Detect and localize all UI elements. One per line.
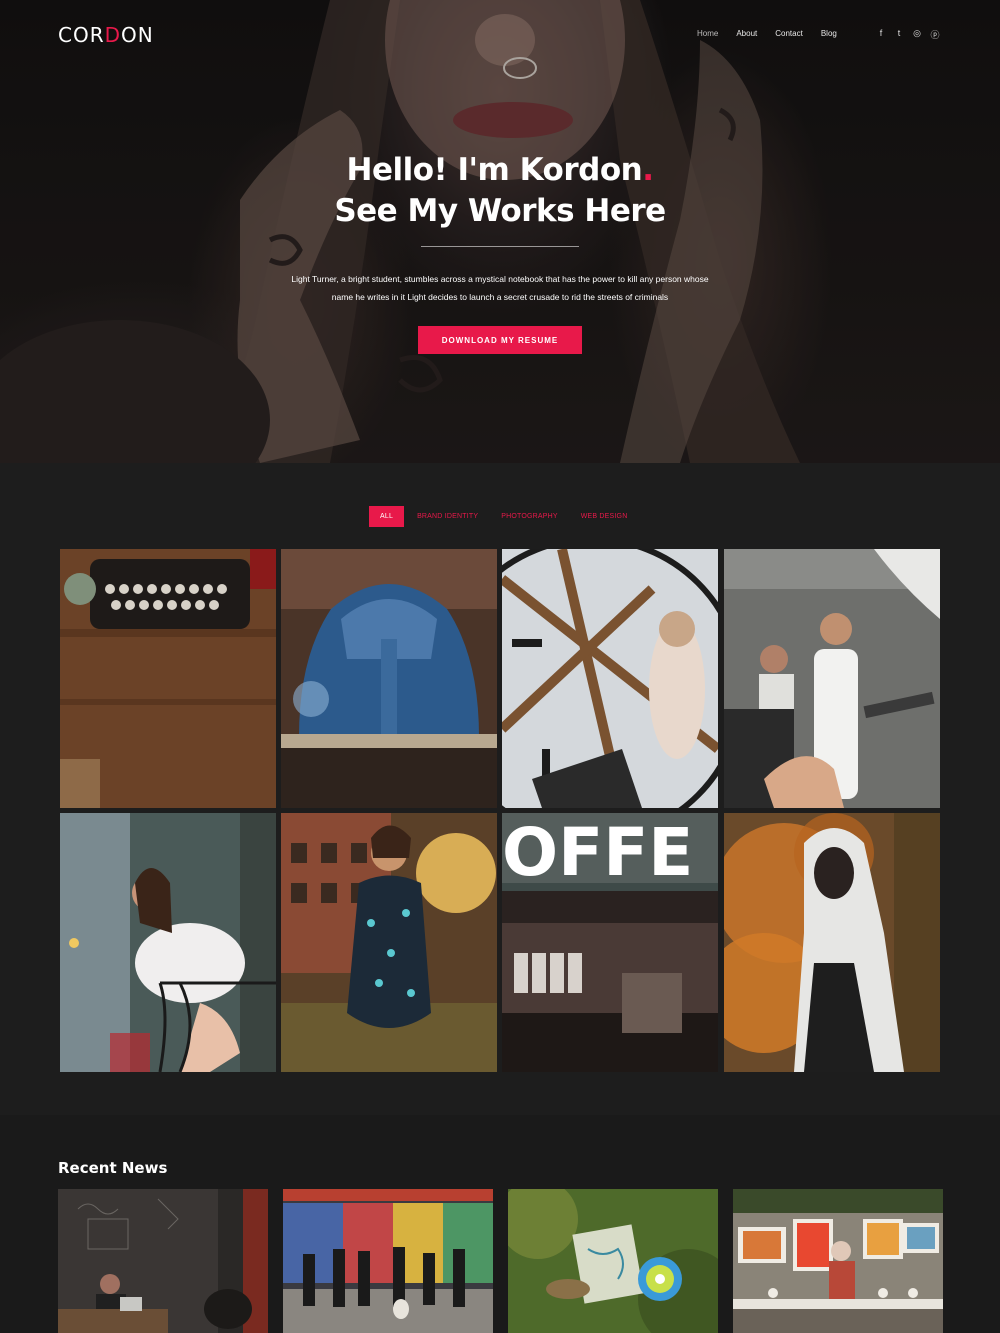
blue-car-photo (281, 549, 497, 808)
coffee-sign-text: OFFE (502, 814, 693, 891)
nav-item-home[interactable]: Home (697, 29, 718, 38)
portfolio-item-typewriter[interactable] (60, 549, 276, 808)
main-nav: Home About Contact Blog (697, 29, 855, 38)
news-card-painter-stall[interactable] (733, 1189, 943, 1333)
clock-woman-photo (502, 549, 718, 808)
site-logo[interactable]: CORDON (58, 23, 154, 47)
hero-title-line2: See My Works Here (334, 193, 666, 229)
logo-text-part: ON (121, 23, 154, 47)
nav-item-blog[interactable]: Blog (821, 29, 837, 38)
news-card-laptop-man[interactable] (58, 1189, 268, 1333)
nav-item-contact[interactable]: Contact (775, 29, 803, 38)
balcony-woman-photo (60, 813, 276, 1072)
pinterest-icon[interactable]: ⓟ (930, 28, 940, 41)
sunset-woman-photo (281, 813, 497, 1072)
portfolio-item-coffee-shop[interactable]: OFFE (502, 813, 718, 1072)
hero-title: Hello! I'm Kordon. See My Works Here (0, 150, 1000, 232)
portfolio-item-smoke-hoodie[interactable] (724, 813, 940, 1072)
laptop-man-photo (58, 1189, 268, 1333)
filter-brand-identity[interactable]: BRAND IDENTITY (417, 513, 478, 520)
portfolio-item-balcony-woman[interactable] (60, 813, 276, 1072)
news-card-graffiti-street[interactable] (283, 1189, 493, 1333)
filter-all[interactable]: ALL (369, 506, 405, 527)
hero-description: Light Turner, a bright student, stumbles… (291, 274, 709, 302)
painter-stall-photo (733, 1189, 943, 1333)
filter-photography[interactable]: PHOTOGRAPHY (501, 513, 558, 520)
hero-divider (421, 246, 579, 247)
filter-web-design[interactable]: WEB DESIGN (581, 513, 628, 520)
download-resume-button[interactable]: DOWNLOAD MY RESUME (418, 326, 582, 354)
portfolio-filters: ALL BRAND IDENTITY PHOTOGRAPHY WEB DESIG… (369, 506, 650, 527)
portfolio-item-blue-car[interactable] (281, 549, 497, 808)
top-navigation-bar: CORDON Home About Contact Blog f t ◎ ⓟ (0, 0, 1000, 68)
social-links: f t ◎ ⓟ (876, 28, 940, 41)
instagram-icon[interactable]: ◎ (912, 28, 922, 41)
portfolio-item-clock-woman[interactable] (502, 549, 718, 808)
portfolio-item-sunset-woman[interactable] (281, 813, 497, 1072)
hero-section: CORDON Home About Contact Blog f t ◎ ⓟ H… (0, 0, 1000, 463)
coffee-shop-photo: OFFE (502, 813, 718, 1072)
logo-accent-letter: D (104, 23, 122, 47)
nav-item-about[interactable]: About (736, 29, 757, 38)
map-cup-photo (508, 1189, 718, 1333)
recent-news-section: Recent News (0, 1115, 1000, 1333)
typewriter-photo (60, 549, 276, 808)
hero-title-dot: . (642, 152, 654, 188)
graffiti-street-photo (283, 1189, 493, 1333)
facebook-icon[interactable]: f (876, 28, 886, 41)
portfolio-section: ALL BRAND IDENTITY PHOTOGRAPHY WEB DESIG… (0, 463, 1000, 1115)
twitter-icon[interactable]: t (894, 28, 904, 41)
recent-news-title: Recent News (58, 1159, 168, 1177)
portfolio-item-photo-shoot[interactable] (724, 549, 940, 808)
logo-text-part: COR (58, 23, 105, 47)
news-card-map-cup[interactable] (508, 1189, 718, 1333)
photo-shoot-photo (724, 549, 940, 808)
hero-title-line1: Hello! I'm Kordon (346, 152, 643, 188)
smoke-hoodie-photo (724, 813, 940, 1072)
